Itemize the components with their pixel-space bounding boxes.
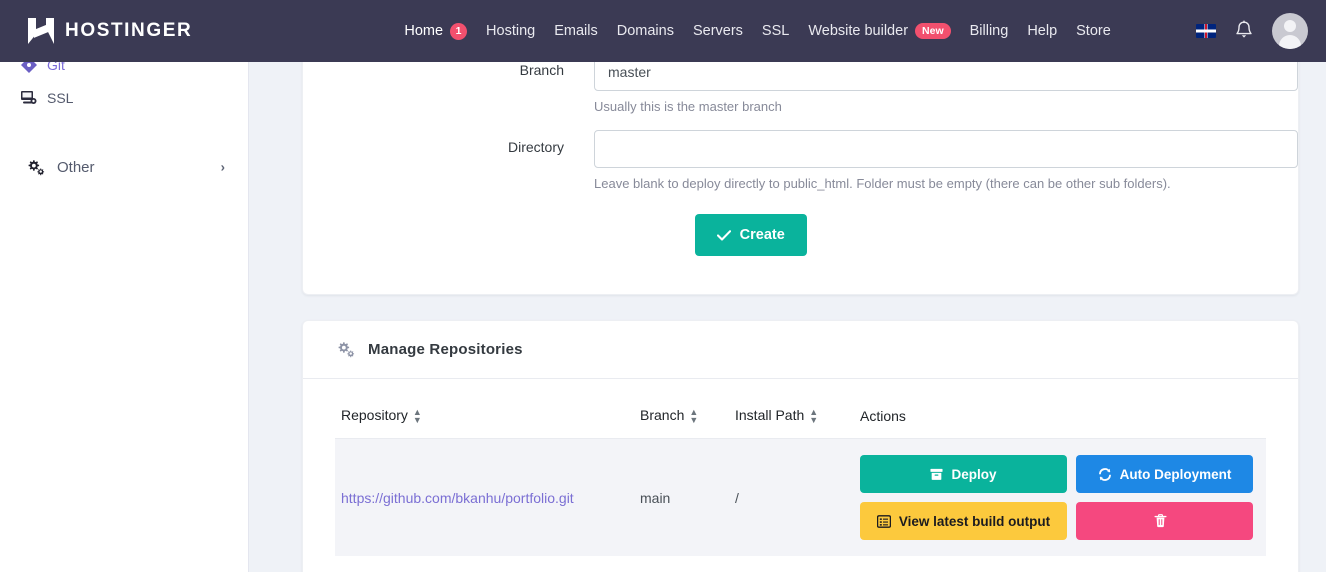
uk-flag-icon[interactable] [1196, 24, 1216, 38]
nav-label-store: Store [1076, 23, 1111, 39]
archive-icon [930, 468, 944, 481]
nav-label-emails: Emails [554, 23, 598, 39]
directory-form-row: Directory Leave blank to deploy directly… [303, 130, 1298, 191]
deploy-button[interactable]: Deploy [860, 455, 1067, 494]
manage-repositories-title: Manage Repositories [368, 341, 523, 358]
cell-branch: main [640, 438, 735, 557]
chevron-right-icon[interactable]: › [221, 160, 225, 175]
nav-label-servers: Servers [692, 23, 743, 39]
cogs-icon [25, 157, 45, 177]
nav-item-website-builder[interactable]: Website builder New [808, 23, 951, 39]
delete-repository-button[interactable] [1076, 502, 1253, 541]
branch-help-text: Usually this is the master branch [594, 99, 782, 114]
website-builder-new-badge: New [915, 23, 951, 39]
nav-item-home[interactable]: Home 1 [404, 22, 468, 40]
cell-actions: Deploy Auto Deployment View latest build… [860, 438, 1266, 557]
cogs-icon [336, 341, 355, 358]
nav-label-billing: Billing [969, 23, 1009, 39]
sidebar-item-label-other: Other [57, 158, 95, 176]
user-avatar[interactable] [1272, 13, 1308, 49]
brand-name: HOSTINGER [65, 20, 193, 41]
nav-label-website-builder: Website builder [808, 23, 909, 39]
directory-help-text: Leave blank to deploy directly to public… [594, 176, 1171, 191]
sidebar-item-ssl[interactable]: SSL [0, 81, 73, 115]
create-submit-row: Create [303, 214, 1298, 256]
auto-deployment-button-label: Auto Deployment [1119, 466, 1232, 482]
create-button[interactable]: Create [694, 214, 807, 256]
manage-repositories-header: Manage Repositories [303, 321, 1298, 379]
sort-icon-repository[interactable]: ▲ ▼ [413, 408, 422, 425]
column-label-install-path: Install Path [735, 407, 805, 423]
nav-item-domains[interactable]: Domains [617, 23, 674, 39]
column-label-actions: Actions [860, 407, 906, 424]
repositories-table: Repository ▲ ▼ Branch ▲ ▼ Install Path ▲ ▼ Act… [335, 379, 1266, 557]
nav-item-emails[interactable]: Emails [554, 23, 598, 39]
top-navbar: HOSTINGER Home 1 Hosting Emails Domains … [0, 0, 1326, 62]
repositories-table-wrap: Repository ▲ ▼ Branch ▲ ▼ Install Path ▲ ▼ Act… [303, 379, 1298, 557]
nav-item-help[interactable]: Help [1027, 23, 1057, 39]
trash-icon [1154, 514, 1167, 528]
hostinger-logo-icon [28, 18, 54, 44]
nav-label-home: Home [404, 23, 444, 39]
column-header-repository[interactable]: Repository ▲ ▼ [335, 379, 640, 440]
nav-label-ssl: SSL [761, 23, 790, 39]
brand-logo[interactable]: HOSTINGER [28, 18, 192, 44]
check-icon [716, 229, 731, 241]
sidebar-item-other[interactable]: Other › [0, 148, 249, 186]
nav-item-store[interactable]: Store [1076, 23, 1111, 39]
nav-item-hosting[interactable]: Hosting [486, 23, 535, 39]
column-label-branch: Branch [640, 407, 685, 423]
deploy-button-label: Deploy [951, 466, 997, 482]
cell-install-path: / [735, 438, 860, 557]
column-header-branch[interactable]: Branch ▲ ▼ [640, 379, 735, 440]
directory-label: Directory [507, 139, 564, 155]
primary-navigation: Home 1 Hosting Emails Domains Servers SS… [404, 22, 1111, 40]
list-alt-icon [876, 514, 891, 528]
table-header-row: Repository ▲ ▼ Branch ▲ ▼ Install Path ▲ ▼ Act… [335, 379, 1266, 440]
nav-label-domains: Domains [616, 23, 674, 39]
bell-icon[interactable] [1234, 20, 1254, 42]
sort-icon-install-path[interactable]: ▲ ▼ [809, 408, 818, 425]
main-content: Branch Usually this is the master branch… [249, 0, 1326, 572]
nav-item-servers[interactable]: Servers [693, 23, 743, 39]
nav-label-help: Help [1027, 23, 1058, 39]
column-header-actions: Actions [860, 379, 1266, 440]
ssl-certificate-icon [20, 89, 38, 107]
table-row: https://github.com/bkanhu/portfolio.git … [335, 438, 1266, 557]
row-actions: Deploy Auto Deployment View latest build… [860, 455, 1266, 541]
repository-link[interactable]: https://github.com/bkanhu/portfolio.git [341, 490, 574, 506]
manage-repositories-card: Manage Repositories Repository ▲ ▼ Branch ▲… [302, 320, 1299, 572]
auto-deployment-button[interactable]: Auto Deployment [1076, 455, 1253, 494]
navbar-right-tools [1196, 0, 1308, 62]
cell-repository: https://github.com/bkanhu/portfolio.git [335, 438, 640, 557]
view-latest-build-output-button[interactable]: View latest build output [860, 502, 1067, 541]
nav-label-hosting: Hosting [486, 23, 536, 39]
home-notification-badge: 1 [450, 22, 468, 40]
sidebar-item-label-ssl: SSL [47, 90, 74, 106]
view-latest-build-output-button-label: View latest build output [898, 513, 1051, 529]
branch-form-row: Branch Usually this is the master branch [303, 53, 1298, 114]
column-label-repository: Repository [341, 407, 408, 423]
directory-input[interactable] [594, 130, 1298, 168]
sort-icon-branch[interactable]: ▲ ▼ [689, 408, 698, 425]
sync-icon [1098, 467, 1112, 481]
column-header-install-path[interactable]: Install Path ▲ ▼ [735, 379, 860, 440]
create-button-label: Create [739, 227, 785, 243]
nav-item-ssl[interactable]: SSL [762, 23, 789, 39]
sidebar: Git SSL Other › [0, 0, 249, 572]
nav-item-billing[interactable]: Billing [970, 23, 1009, 39]
